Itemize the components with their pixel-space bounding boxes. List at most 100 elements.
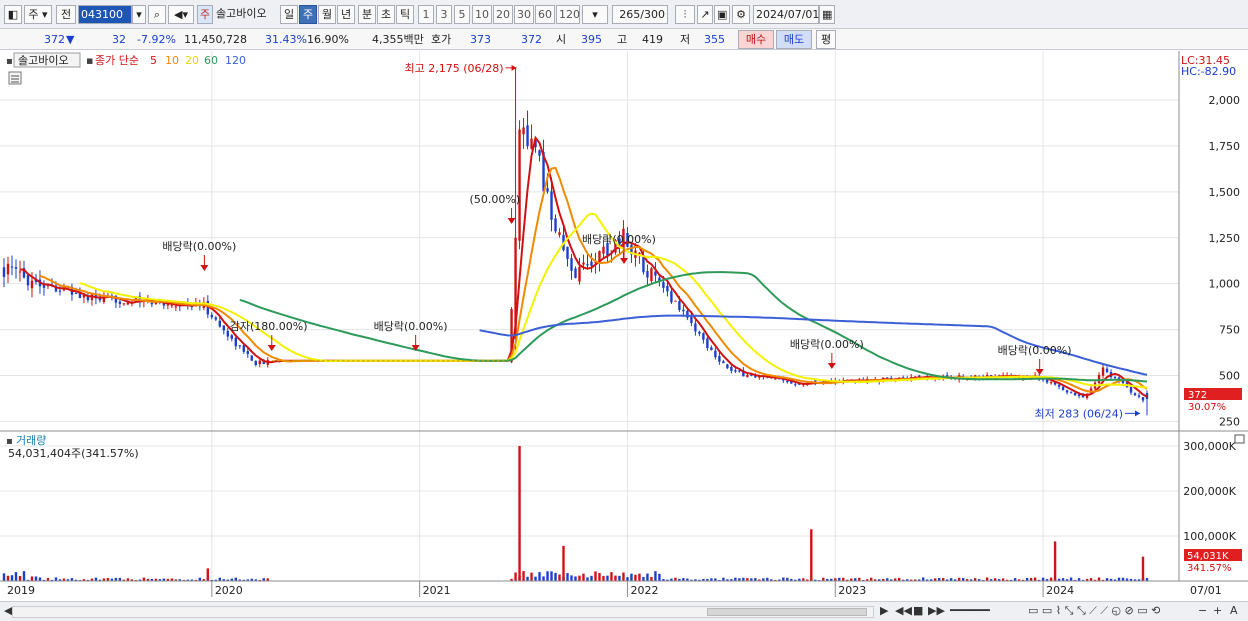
tab-yearly[interactable]: 년 xyxy=(337,5,355,24)
last-pct-label: 30.07% xyxy=(1188,402,1226,413)
tab-weekly[interactable]: 주 xyxy=(299,5,317,24)
candle-body xyxy=(166,304,170,306)
candle-body xyxy=(1049,382,1053,384)
chart-window-icon[interactable]: ◧ xyxy=(4,5,22,24)
last-price-label: 372 xyxy=(1188,390,1207,401)
candle-body xyxy=(234,337,237,347)
tab-second[interactable]: 초 xyxy=(377,5,395,24)
candle-body xyxy=(1061,386,1065,391)
candle-style-icon[interactable]: ⫶ xyxy=(675,5,695,24)
volume-bar xyxy=(1049,577,1053,581)
fast-forward-icon[interactable]: ▶▶ xyxy=(928,604,945,617)
volume-bar xyxy=(526,576,529,581)
x-tick-label: 2020 xyxy=(215,584,243,597)
volume-bar xyxy=(10,575,14,581)
font-size-icon[interactable]: A xyxy=(1230,604,1238,617)
candle-body xyxy=(738,370,741,372)
stock-code-input[interactable]: 043100 xyxy=(78,5,132,24)
candle-body xyxy=(74,293,78,295)
interval-custom-select[interactable]: ▾ xyxy=(582,5,608,24)
interval-1[interactable]: 1 xyxy=(418,5,434,24)
legend-ma20: 20 xyxy=(185,54,199,67)
zoom-slider-icon[interactable]: ━━━━━━ xyxy=(950,604,990,617)
volume-bar xyxy=(6,575,10,581)
candle-body xyxy=(242,345,245,352)
legend-bullet: ▪ xyxy=(6,56,13,67)
volume-title: 거래량 xyxy=(16,434,46,447)
candle-body xyxy=(118,301,122,304)
scrollbar-thumb[interactable] xyxy=(707,608,867,616)
volume-tick-label: 100,000K xyxy=(1183,530,1236,543)
save-icon[interactable]: ▣ xyxy=(714,5,730,24)
search-icon[interactable]: ⌕ xyxy=(148,5,166,24)
change-percent: -7.92% xyxy=(137,33,176,46)
eval-button[interactable]: 평 xyxy=(816,30,836,49)
candle-body xyxy=(1045,379,1049,383)
candle-body xyxy=(226,330,229,337)
candle-body xyxy=(518,129,521,241)
volume-bar xyxy=(638,573,641,581)
candle-body xyxy=(218,320,222,327)
calendar-icon[interactable]: ▦ xyxy=(819,5,835,24)
volume-bullet: ▪ xyxy=(6,436,13,447)
interval-20[interactable]: 20 xyxy=(493,5,513,24)
type-select[interactable]: 주 ▾ xyxy=(24,5,52,24)
event-label: 감자(180.00%) xyxy=(230,320,308,333)
candle-body xyxy=(1065,390,1069,393)
settings-gear-icon[interactable]: ⚙ xyxy=(732,5,750,24)
candle-body xyxy=(530,138,533,149)
volume-bar xyxy=(34,576,38,581)
candle-body xyxy=(650,268,653,282)
horizontal-scrollbar[interactable] xyxy=(12,606,874,618)
candle-body xyxy=(570,258,573,271)
stock-chart[interactable]: 최고 2,175 (06/28) 최저 283 (06/24) 배당락(0.00%)… xyxy=(0,51,1248,601)
zoom-in-icon[interactable]: + xyxy=(1213,604,1222,617)
bar-count-field[interactable]: 265/300 xyxy=(612,5,668,24)
tab-tick[interactable]: 틱 xyxy=(396,5,414,24)
code-dropdown-icon[interactable]: ▾ xyxy=(132,5,146,24)
date-input[interactable]: 2024/07/01 xyxy=(753,5,819,24)
candle-body xyxy=(522,127,525,135)
price-tick-label: 1,500 xyxy=(1209,186,1241,199)
sell-button[interactable]: 매도 xyxy=(776,30,812,49)
interval-10[interactable]: 10 xyxy=(472,5,492,24)
zoom-out-icon[interactable]: − xyxy=(1198,604,1207,617)
interval-5[interactable]: 5 xyxy=(454,5,470,24)
volume-spike-bar xyxy=(206,568,210,581)
candle-body xyxy=(566,246,569,260)
event-label: 배당락(0.00%) xyxy=(374,320,448,333)
volume-bar xyxy=(574,576,577,581)
buy-button[interactable]: 매수 xyxy=(738,30,774,49)
price-tick-label: 500 xyxy=(1219,370,1240,383)
tab-minute[interactable]: 분 xyxy=(358,5,376,24)
interval-30[interactable]: 30 xyxy=(514,5,534,24)
crosshair-icon[interactable]: ↗ xyxy=(697,5,713,24)
candle-body xyxy=(710,347,713,351)
legend-ma-label: 종가 단순 xyxy=(95,54,139,67)
volume-bar xyxy=(1117,577,1121,581)
tab-daily[interactable]: 일 xyxy=(280,5,298,24)
interval-120[interactable]: 120 xyxy=(556,5,580,24)
candle-body xyxy=(30,280,34,289)
volume-bar xyxy=(1069,577,1073,581)
candle-body xyxy=(230,335,233,339)
volume-bar xyxy=(658,573,661,581)
volume-panel-maximize-icon[interactable] xyxy=(1234,434,1245,444)
interval-60[interactable]: 60 xyxy=(535,5,555,24)
candle-body xyxy=(718,355,721,362)
rewind-icon[interactable]: ◀◀ xyxy=(895,604,912,617)
volume-bar xyxy=(530,572,533,581)
volume-spike-bar xyxy=(1141,556,1145,581)
drawing-tools-icon[interactable]: ▭ ▭ ⌇ ⤡ ⤡ ⟋ ⟋ ◵ ⊘ ▭ ⟲ xyxy=(1028,604,1160,618)
volume-bar xyxy=(602,575,605,581)
speaker-icon[interactable]: ◀▾ xyxy=(168,5,194,24)
candle-body xyxy=(1113,377,1117,379)
price-tick-label: 1,000 xyxy=(1209,278,1241,291)
period-label[interactable]: 전 xyxy=(56,5,76,24)
scroll-right-icon[interactable]: ▶ xyxy=(880,604,888,617)
tab-monthly[interactable]: 월 xyxy=(318,5,336,24)
interval-3[interactable]: 3 xyxy=(436,5,452,24)
stop-icon[interactable]: ■ xyxy=(913,604,923,617)
event-label: 배당락(0.00%) xyxy=(998,344,1072,357)
volume-bar xyxy=(626,577,629,581)
